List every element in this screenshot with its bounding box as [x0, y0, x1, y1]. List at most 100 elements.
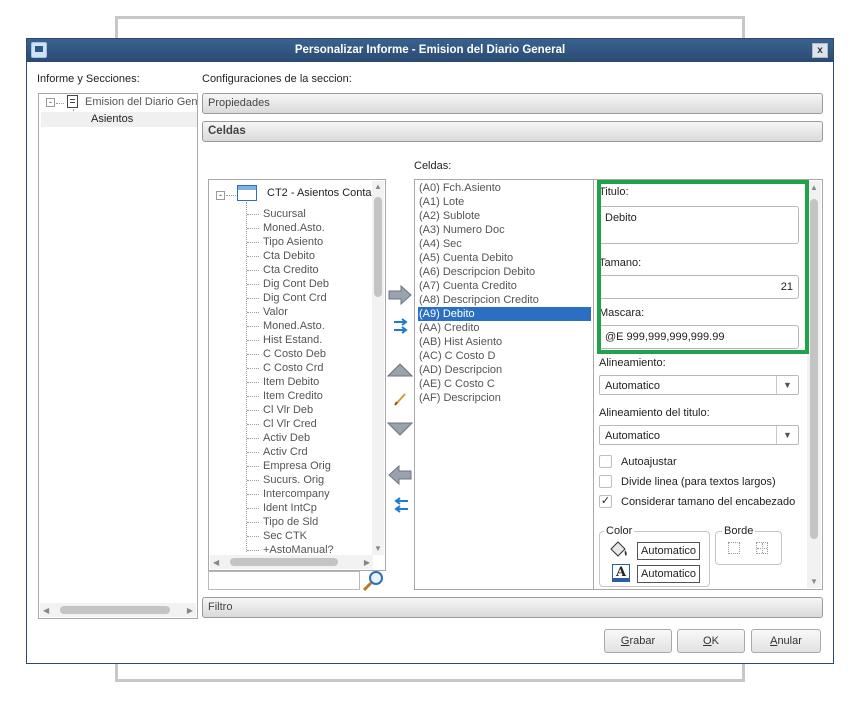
field-item[interactable]: Activ Deb [263, 431, 310, 445]
field-item[interactable]: C Costo Crd [263, 361, 324, 375]
field-item[interactable]: Hist Estand. [263, 333, 322, 347]
tree-collapse-icon[interactable]: - [46, 98, 55, 107]
cell-item[interactable]: (A9) Debito [418, 307, 591, 321]
fields-search-input[interactable] [208, 571, 360, 590]
scroll-down-icon[interactable]: ▼ [810, 577, 818, 586]
document-icon [67, 95, 78, 108]
propiedades-section-bar[interactable]: Propiedades [202, 93, 823, 114]
cell-item[interactable]: (AE) C Costo C [418, 377, 591, 391]
cell-item[interactable]: (AA) Credito [418, 321, 591, 335]
field-item[interactable]: Cl Vlr Deb [263, 403, 313, 417]
cell-item[interactable]: (AF) Descripcion [418, 391, 591, 405]
move-up-icon[interactable] [387, 362, 413, 378]
scroll-right-icon[interactable]: ▶ [187, 606, 193, 615]
field-item[interactable]: Tipo Asiento [263, 235, 323, 249]
field-item[interactable]: Moned.Asto. [263, 221, 325, 235]
borde-legend: Borde [722, 525, 756, 537]
field-item[interactable]: Moned.Asto. [263, 319, 325, 333]
fields-table-name[interactable]: CT2 - Asientos Conta [267, 187, 372, 199]
tree-connector [247, 354, 259, 355]
cell-item[interactable]: (A3) Numero Doc [418, 223, 591, 237]
cell-item[interactable]: (A2) Sublote [418, 209, 591, 223]
field-item[interactable]: Item Debito [263, 375, 319, 389]
scroll-down-icon[interactable]: ▼ [374, 544, 382, 553]
field-item[interactable]: Cta Debito [263, 249, 315, 263]
field-item[interactable]: Activ Crd [263, 445, 308, 459]
field-item[interactable]: Ident IntCp [263, 501, 317, 515]
edit-cell-icon[interactable] [393, 391, 409, 407]
field-item[interactable]: Dig Cont Crd [263, 291, 327, 305]
fields-collapse-icon[interactable]: - [216, 191, 225, 200]
cell-item[interactable]: (A4) Sec [418, 237, 591, 251]
field-item[interactable]: Item Credito [263, 389, 323, 403]
cell-item[interactable]: (A8) Descripcion Credito [418, 293, 591, 307]
field-item[interactable]: Sec CTK [263, 529, 307, 543]
tree-hscrollbar[interactable]: ◀ ▶ [40, 603, 196, 617]
tree-item-asientos[interactable]: Asientos [91, 113, 133, 125]
grabar-button[interactable]: Grabar [604, 629, 672, 653]
filtro-label: Filtro [208, 601, 233, 613]
fill-color-swatch[interactable]: Automatico [637, 542, 701, 560]
considerar-checkbox[interactable]: ✓ [599, 495, 612, 508]
border-inner-icon[interactable] [756, 542, 768, 554]
close-icon[interactable]: x [812, 43, 828, 58]
tree-connector [246, 202, 247, 552]
scroll-thumb[interactable] [60, 606, 170, 614]
search-icon[interactable] [361, 569, 387, 593]
scroll-thumb[interactable] [810, 199, 818, 539]
scroll-thumb[interactable] [374, 197, 382, 297]
fields-vscrollbar[interactable]: ▲ ▼ [372, 181, 384, 555]
tree-connector [247, 284, 259, 285]
anular-button[interactable]: Anular [751, 629, 821, 653]
remove-cell-arrow-icon[interactable] [387, 464, 413, 486]
cell-item[interactable]: (A0) Fch.Asiento [418, 181, 591, 195]
fields-hscrollbar[interactable]: ◀ ▶ [210, 555, 373, 569]
filtro-section-bar[interactable]: Filtro [202, 597, 823, 618]
tree-connector [247, 340, 259, 341]
field-item[interactable]: Cta Credito [263, 263, 319, 277]
scroll-thumb[interactable] [230, 558, 338, 566]
cell-item[interactable]: (AC) C Costo D [418, 349, 591, 363]
props-vscrollbar[interactable]: ▲ ▼ [807, 181, 821, 588]
considerar-label: Considerar tamano del encabezado [621, 496, 796, 508]
celdas-section-bar[interactable]: Celdas [202, 121, 823, 142]
field-item[interactable]: Cl Vlr Cred [263, 417, 317, 431]
autoajustar-checkbox[interactable] [599, 455, 612, 468]
field-item[interactable]: C Costo Deb [263, 347, 326, 361]
propiedades-label: Propiedades [208, 97, 270, 109]
tree-root-report[interactable]: Emision del Diario Gene [85, 96, 197, 108]
add-all-cells-icon[interactable] [392, 317, 410, 337]
scroll-up-icon[interactable]: ▲ [374, 182, 382, 191]
move-down-icon[interactable] [387, 421, 413, 437]
field-item[interactable]: Valor [263, 305, 288, 319]
ok-button[interactable]: OK [677, 629, 745, 653]
cell-item[interactable]: (AD) Descripcion [418, 363, 591, 377]
chevron-down-icon[interactable]: ▼ [776, 426, 798, 444]
tree-connector [247, 228, 259, 229]
field-item[interactable]: Empresa Orig [263, 459, 331, 473]
scroll-right-icon[interactable]: ▶ [364, 558, 370, 567]
cell-item[interactable]: (A6) Descripcion Debito [418, 265, 591, 279]
field-item[interactable]: Intercompany [263, 487, 330, 501]
scroll-left-icon[interactable]: ◀ [43, 606, 49, 615]
remove-all-cells-icon[interactable] [392, 496, 410, 516]
alineamiento-select[interactable]: Automatico ▼ [599, 375, 799, 395]
field-item[interactable]: Sucursal [263, 207, 306, 221]
add-cell-arrow-icon[interactable] [387, 284, 413, 306]
scroll-left-icon[interactable]: ◀ [213, 558, 219, 567]
border-none-icon[interactable] [728, 542, 740, 554]
grabar-label: rabar [629, 635, 656, 647]
alineamiento-titulo-select[interactable]: Automatico ▼ [599, 425, 799, 445]
chevron-down-icon[interactable]: ▼ [776, 376, 798, 394]
cell-item[interactable]: (A5) Cuenta Debito [418, 251, 591, 265]
text-color-swatch[interactable]: Automatico [637, 565, 701, 583]
cell-item[interactable]: (A1) Lote [418, 195, 591, 209]
divide-linea-checkbox[interactable] [599, 475, 612, 488]
field-item[interactable]: Sucurs. Orig [263, 473, 324, 487]
cell-item[interactable]: (A7) Cuenta Credito [418, 279, 591, 293]
borde-group: Borde [715, 525, 782, 565]
field-item[interactable]: Tipo de Sld [263, 515, 318, 529]
scroll-up-icon[interactable]: ▲ [810, 183, 818, 192]
field-item[interactable]: Dig Cont Deb [263, 277, 329, 291]
cell-item[interactable]: (AB) Hist Asiento [418, 335, 591, 349]
